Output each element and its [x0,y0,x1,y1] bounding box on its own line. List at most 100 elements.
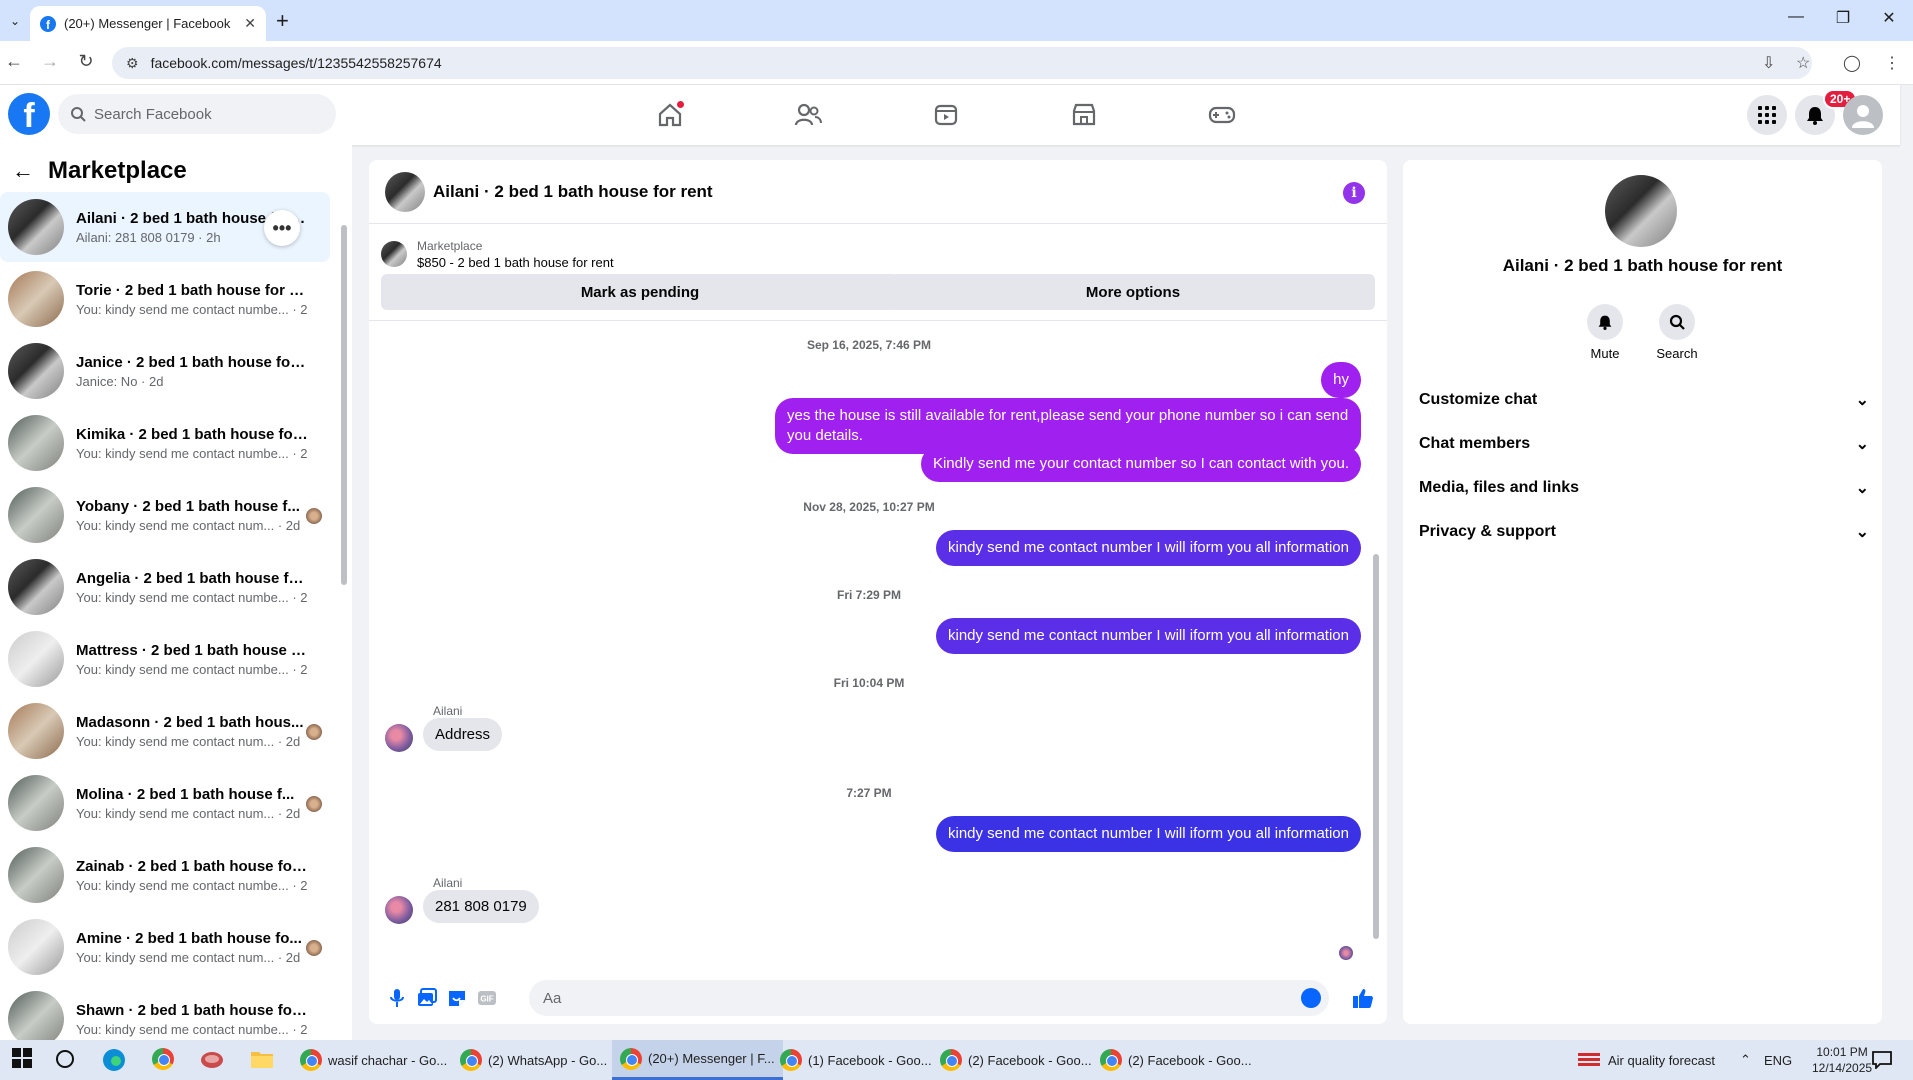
back-icon[interactable]: ← [2,51,26,72]
mute-button[interactable]: Mute [1575,304,1635,361]
back-arrow-icon[interactable]: ← [12,158,34,184]
gaming-nav-icon[interactable] [1204,99,1240,131]
listing-thumbnail [381,241,407,267]
home-notification-dot [677,101,684,108]
menu-grid-icon[interactable] [1747,95,1787,135]
chat-title[interactable]: Ailani · 2 bed 1 bath house for rent [433,182,713,202]
photo-icon[interactable] [415,986,439,1010]
bookmark-star-icon[interactable]: ☆ [1796,53,1810,73]
install-app-icon[interactable]: ⇩ [1762,53,1775,73]
clock[interactable]: 10:01 PM 12/14/2025 [1812,1040,1872,1080]
browser-tab-messenger[interactable]: f (20+) Messenger | Facebook ✕ [30,6,266,41]
message-input[interactable]: Aa [529,980,1329,1016]
outgoing-message[interactable]: kindy send me contact number I will ifor… [935,618,1361,654]
outgoing-message[interactable]: hy [1321,362,1361,398]
chat-avatar[interactable] [385,171,425,212]
sender-name: Ailani [433,704,463,718]
sidebar-title: Marketplace [48,157,187,184]
edge-icon[interactable] [102,1048,126,1072]
chat-scrollbar[interactable] [1371,324,1381,964]
close-tab-icon[interactable]: ✕ [244,15,256,32]
sender-avatar[interactable] [385,896,413,924]
marketplace-nav-icon[interactable] [1066,99,1102,131]
search-conversation-button[interactable]: Search [1647,304,1707,361]
site-info-icon[interactable]: ⚙ [126,55,139,72]
chrome-icon[interactable] [152,1048,176,1072]
incoming-message[interactable]: Address [423,718,503,751]
conversation-item-ailani[interactable]: Ailani · 2 bed 1 bath house for rent Aila… [0,192,330,262]
tab-search-icon[interactable]: ⌄ [4,10,26,32]
sidebar-scrollbar[interactable] [340,195,348,1035]
app-icon[interactable] [200,1048,224,1072]
taskbar-item-wasif[interactable]: wasif chachar - Go... [292,1040,455,1080]
outgoing-message[interactable]: Kindly send me your contact number so I … [920,446,1361,482]
conversation-item-yobany[interactable]: Yobany · 2 bed 1 bath house f... You: kin… [0,480,330,550]
air-quality-icon [1578,1053,1600,1066]
minimize-icon[interactable]: — [1781,8,1811,26]
media-files-links-row[interactable]: Media, files and links ⌄ [1419,466,1869,510]
listing-banner[interactable]: Marketplace $850 - 2 bed 1 bath house fo… [381,232,1371,276]
details-avatar[interactable] [1605,175,1677,247]
language-indicator[interactable]: ENG [1764,1040,1792,1080]
new-tab-icon[interactable]: + [276,8,289,34]
facebook-logo-icon[interactable]: f [8,93,50,135]
listing-thumbnail [8,631,64,687]
conversation-item-janice[interactable]: Janice · 2 bed 1 bath house for r... Jani… [0,336,330,406]
home-nav-icon[interactable] [652,99,688,131]
taskbar-item-facebook-2[interactable]: (2) Facebook - Goo... [932,1040,1100,1080]
taskbar-item-facebook-1[interactable]: (1) Facebook - Goo... [772,1040,940,1080]
restore-icon[interactable]: ❐ [1828,8,1858,28]
account-avatar-icon[interactable] [1843,95,1883,135]
more-options-button[interactable]: More options [891,274,1375,310]
taskbar-label: (2) WhatsApp - Go... [488,1052,608,1068]
address-bar[interactable]: ⚙ facebook.com/messages/t/12355425582576… [112,47,1812,79]
conversation-item-angelia[interactable]: Angelia · 2 bed 1 bath house for ... You:… [0,552,330,622]
conversation-item-shawn[interactable]: Shawn · 2 bed 1 bath house for r... You: … [0,984,330,1040]
outgoing-message[interactable]: kindy send me contact number I will ifor… [935,530,1361,566]
info-icon[interactable]: i [1343,182,1365,204]
sticker-icon[interactable] [445,986,469,1010]
search-circle-icon[interactable] [54,1048,78,1072]
more-options-icon[interactable]: ••• [264,210,300,246]
outgoing-message[interactable]: kindy send me contact number I will ifor… [935,816,1361,852]
incoming-message[interactable]: 281 808 0179 [423,890,539,923]
privacy-support-row[interactable]: Privacy & support ⌄ [1419,510,1869,554]
microphone-icon[interactable] [385,986,409,1010]
windows-start-icon[interactable] [12,1048,36,1072]
conversation-item-amine[interactable]: Amine · 2 bed 1 bath house fo... You: kin… [0,912,330,982]
tray-chevron-icon[interactable]: ⌃ [1740,1040,1751,1080]
emoji-icon[interactable] [1301,988,1321,1008]
conversation-item-madasonn[interactable]: Madasonn · 2 bed 1 bath hous... You: kind… [0,696,330,766]
taskbar-item-facebook-3[interactable]: (2) Facebook - Goo... [1092,1040,1260,1080]
listing-thumbnail [8,271,64,327]
sender-avatar[interactable] [385,724,413,752]
conversation-item-mattress[interactable]: Mattress · 2 bed 1 bath house fo... You: … [0,624,330,694]
conversation-name: Kimika · 2 bed 1 bath house for r... [76,425,308,443]
chevron-down-icon: ⌄ [1855,392,1869,409]
conversation-item-molina[interactable]: Molina · 2 bed 1 bath house f... You: kin… [0,768,330,838]
taskbar-item-messenger[interactable]: (20+) Messenger | F... [612,1040,783,1080]
weather-widget[interactable]: Air quality forecast [1578,1040,1715,1080]
file-explorer-icon[interactable] [250,1048,274,1072]
taskbar-item-whatsapp[interactable]: (2) WhatsApp - Go... [452,1040,615,1080]
conversation-item-zainab[interactable]: Zainab · 2 bed 1 bath house for r... You:… [0,840,330,910]
reload-icon[interactable]: ↻ [74,51,98,72]
browser-menu-icon[interactable]: ⋮ [1884,53,1900,73]
gif-icon[interactable]: GIF [475,986,499,1010]
customize-chat-row[interactable]: Customize chat ⌄ [1419,378,1869,422]
thumbs-up-icon[interactable] [1351,986,1375,1010]
conversation-item-kimika[interactable]: Kimika · 2 bed 1 bath house for r... You:… [0,408,330,478]
close-window-icon[interactable]: ✕ [1874,8,1904,28]
conversation-preview: You: kindy send me contact numbe... · 2d [76,445,308,461]
facebook-search-input[interactable]: Search Facebook [58,94,336,134]
notification-center-icon[interactable] [1872,1040,1892,1080]
conversation-item-torie[interactable]: Torie · 2 bed 1 bath house for rent You: … [0,264,330,334]
chat-members-row[interactable]: Chat members ⌄ [1419,422,1869,466]
friends-nav-icon[interactable] [790,99,826,131]
browser-toolbar: ← → ↻ ⚙ facebook.com/messages/t/12355425… [0,41,1913,85]
conversation-preview: You: kindy send me contact num... · 2d [76,733,301,749]
forward-icon[interactable]: → [38,51,62,72]
profile-icon[interactable]: ◯ [1843,53,1861,73]
video-nav-icon[interactable] [928,99,964,131]
mark-as-pending-button[interactable]: Mark as pending [381,274,899,310]
